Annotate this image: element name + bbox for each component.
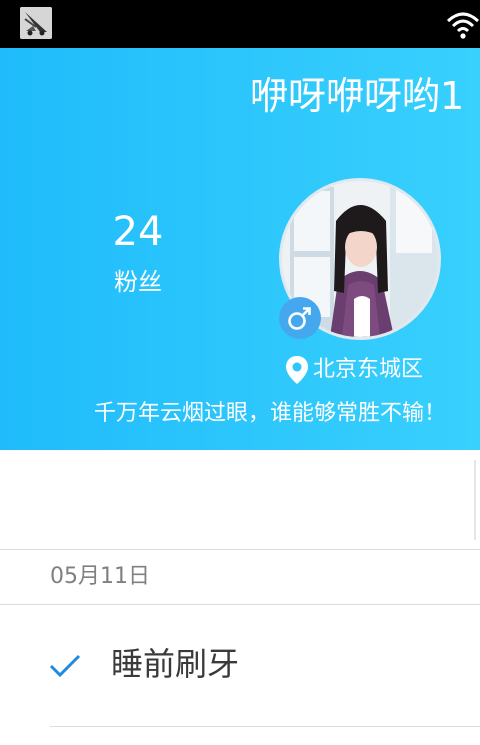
divider [50,726,480,727]
fans-label[interactable]: 粉丝 [78,266,198,298]
tab-area [0,450,480,549]
status-bar [0,0,480,48]
app-notification-icon [20,7,52,39]
fans-count[interactable]: 24 [78,208,198,256]
wifi-icon [446,10,480,40]
checkmark-icon [49,653,81,679]
divider [0,549,480,550]
location-pin-icon [284,355,310,385]
profile-header: 咿呀咿呀哟1 24 粉丝 北京东城区 千万年云烟过眼，谁能够常胜不输！ [0,48,480,450]
date-header: 05月11日 [50,564,150,589]
list-item[interactable]: 睡前刷牙 [0,605,480,727]
signature: 千万年云烟过眼，谁能够常胜不输！ [94,401,447,426]
tab-divider [474,460,476,540]
task-title: 睡前刷牙 [111,645,240,683]
location-text: 北京东城区 [313,357,424,382]
male-icon [279,297,321,339]
nickname: 咿呀咿呀哟1 [250,74,465,118]
